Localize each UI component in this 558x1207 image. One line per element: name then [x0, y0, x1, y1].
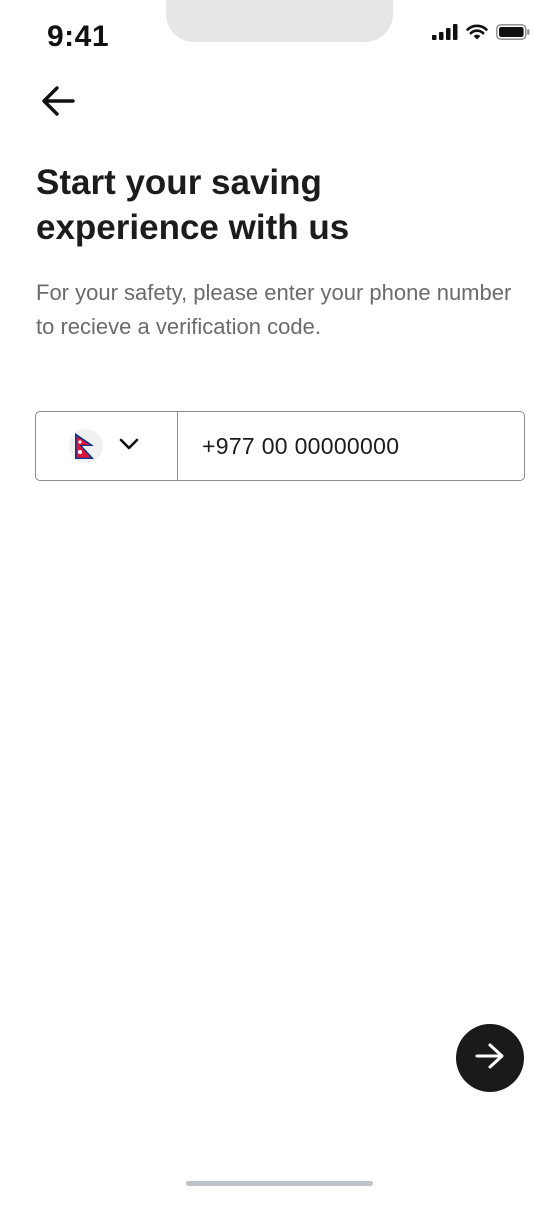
- phone-number-input[interactable]: [178, 412, 524, 480]
- chevron-down-icon: [119, 437, 139, 455]
- page-title: Start your saving experience with us: [36, 163, 350, 247]
- nepal-flag-icon: [69, 429, 103, 463]
- status-time: 9:41: [47, 20, 110, 53]
- back-button[interactable]: [34, 80, 82, 126]
- status-icons: [432, 24, 530, 45]
- cellular-signal-icon: [432, 24, 458, 45]
- wifi-icon: [466, 24, 488, 45]
- arrow-left-icon: [40, 85, 76, 122]
- device-notch: [166, 0, 393, 42]
- phone-number-field: [35, 411, 525, 481]
- next-button[interactable]: [456, 1024, 524, 1092]
- status-bar: 9:41: [0, 0, 558, 60]
- page-subtitle: For your safety, please enter your phone…: [36, 280, 512, 339]
- arrow-right-icon: [474, 1042, 506, 1075]
- country-code-select[interactable]: [36, 412, 178, 480]
- home-indicator: [186, 1181, 373, 1186]
- battery-icon: [496, 24, 530, 45]
